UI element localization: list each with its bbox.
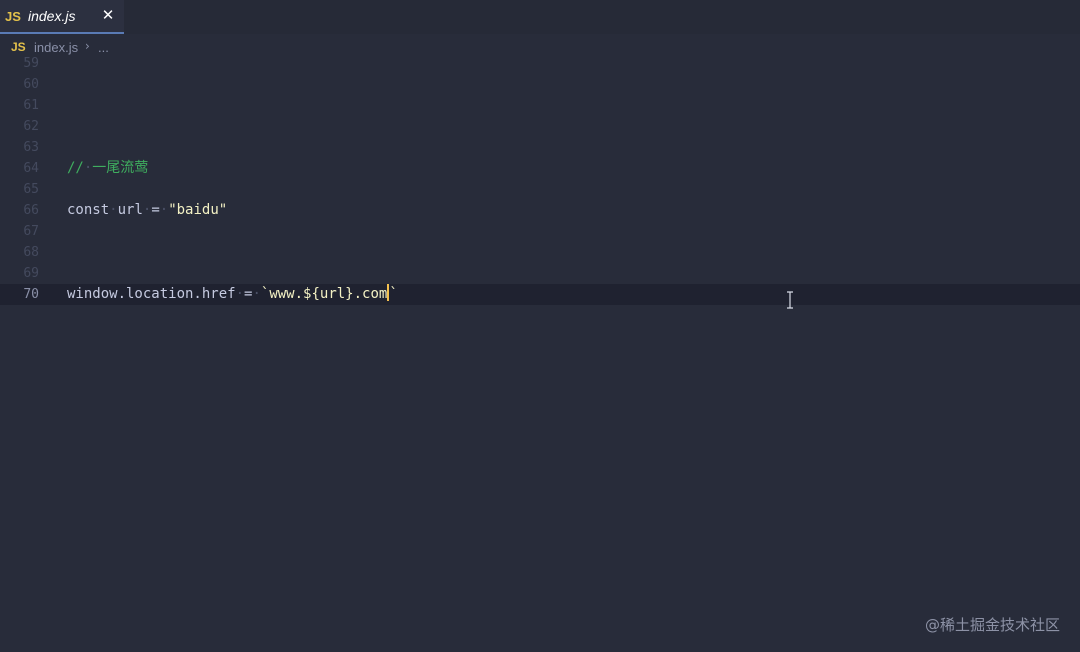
line-number: 70 [23, 287, 39, 302]
line-number: 67 [23, 224, 39, 239]
line-number: 59 [23, 56, 39, 71]
line-number: 65 [23, 182, 39, 197]
code-text: const·url·=·"baidu" [67, 202, 228, 218]
code-line[interactable]: 68 [0, 242, 1080, 263]
comment-prefix: // [67, 160, 84, 176]
code-line[interactable]: 69 [0, 263, 1080, 284]
identifier: window.location.href [67, 286, 236, 302]
code-line[interactable]: 59 [0, 53, 1080, 74]
code-line[interactable]: 66 const·url·=·"baidu" [0, 200, 1080, 221]
line-number: 66 [23, 203, 39, 218]
line-number: 61 [23, 98, 39, 113]
code-line[interactable]: 60 [0, 74, 1080, 95]
tab-label: index.js [28, 8, 76, 24]
code-line[interactable]: 62 [0, 116, 1080, 137]
line-number: 63 [23, 140, 39, 155]
line-number: 62 [23, 119, 39, 134]
line-number: 69 [23, 266, 39, 281]
operator: = [151, 202, 160, 218]
line-number: 60 [23, 77, 39, 92]
code-area[interactable]: 59 60 61 62 63 64 //·一尾流莺 65 66 const·ur… [0, 53, 1080, 613]
line-number: 64 [23, 161, 39, 176]
identifier: url [117, 202, 143, 218]
code-text: window.location.href·=·`www.${url}.com ` [67, 284, 398, 302]
string-literal: "baidu" [168, 202, 228, 218]
template-close: ` [389, 286, 398, 302]
watermark: @稀土掘金技术社区 [924, 616, 1060, 634]
javascript-file-icon: JS [5, 9, 21, 24]
close-icon[interactable]: ✕ [100, 6, 116, 24]
tab-index-js[interactable]: JS index.js ✕ [0, 0, 124, 34]
code-line-current[interactable]: 70 window.location.href·=·`www.${url}.co… [0, 284, 1080, 305]
keyword: const [67, 202, 110, 218]
comment-text: 一尾流莺 [92, 160, 149, 176]
line-number: 68 [23, 245, 39, 260]
code-text: //·一尾流莺 [67, 160, 149, 176]
code-line[interactable]: 65 [0, 179, 1080, 200]
template-literal: www.${url}.com [269, 286, 388, 302]
code-line[interactable]: 64 //·一尾流莺 [0, 158, 1080, 179]
javascript-file-icon: JS [11, 40, 26, 54]
ibeam-cursor-icon [787, 291, 793, 309]
code-line[interactable]: 63 [0, 137, 1080, 158]
code-editor[interactable]: JS index.js ✕ JS index.js › ... 59 60 61… [0, 0, 1080, 652]
chevron-right-icon: › [85, 39, 90, 53]
code-line[interactable]: 61 [0, 95, 1080, 116]
code-line[interactable]: 67 [0, 221, 1080, 242]
tab-bar: JS index.js ✕ [0, 0, 1080, 34]
